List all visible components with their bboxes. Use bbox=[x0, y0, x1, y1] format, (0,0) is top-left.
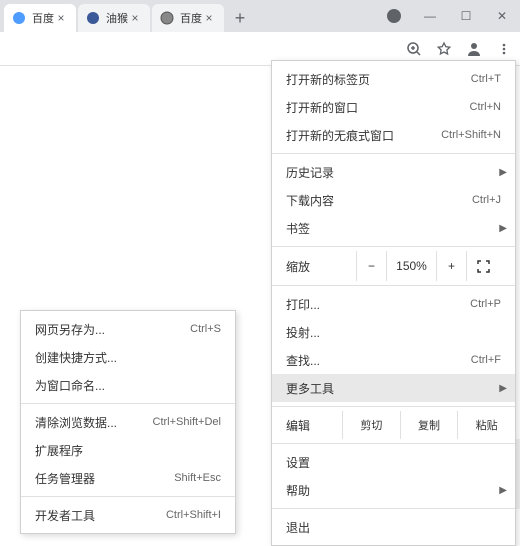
separator bbox=[21, 496, 235, 497]
tab-title: 百度 bbox=[32, 10, 54, 26]
tab-title: 油猴 bbox=[106, 10, 128, 26]
close-icon[interactable]: × bbox=[202, 11, 216, 25]
menu-help[interactable]: 帮助▶ bbox=[272, 476, 515, 504]
more-tools-submenu: 网页另存为...Ctrl+S 创建快捷方式... 为窗口命名... 清除浏览数据… bbox=[20, 310, 236, 534]
edit-label: 编辑 bbox=[272, 417, 342, 434]
menu-new-window[interactable]: 打开新的窗口Ctrl+N bbox=[272, 93, 515, 121]
menu-exit[interactable]: 退出 bbox=[272, 513, 515, 541]
star-icon[interactable] bbox=[434, 39, 454, 59]
chevron-right-icon: ▶ bbox=[499, 485, 507, 496]
menu-cast[interactable]: 投射... bbox=[272, 318, 515, 346]
favicon-icon bbox=[12, 11, 26, 25]
menu-find[interactable]: 查找...Ctrl+F bbox=[272, 346, 515, 374]
separator bbox=[272, 406, 515, 407]
tab-bar: 百度 × 油猴 × 百度 × + — ☐ ✕ bbox=[0, 0, 520, 32]
cut-button[interactable]: 剪切 bbox=[342, 411, 400, 439]
menu-downloads[interactable]: 下载内容Ctrl+J bbox=[272, 186, 515, 214]
zoom-in-button[interactable]: + bbox=[436, 251, 466, 281]
menu-icon[interactable] bbox=[494, 39, 514, 59]
separator bbox=[272, 246, 515, 247]
tab-1[interactable]: 百度 × bbox=[4, 4, 76, 32]
separator bbox=[272, 443, 515, 444]
menu-more-tools[interactable]: 更多工具▶ bbox=[272, 374, 515, 402]
close-icon[interactable]: × bbox=[54, 11, 68, 25]
menu-zoom-row: 缩放 − 150% + bbox=[272, 251, 515, 281]
zoom-value: 150% bbox=[386, 251, 436, 281]
zoom-label: 缩放 bbox=[286, 258, 356, 275]
separator bbox=[21, 403, 235, 404]
submenu-create-shortcut[interactable]: 创建快捷方式... bbox=[21, 343, 235, 371]
chevron-right-icon: ▶ bbox=[499, 223, 507, 234]
tab-2[interactable]: 油猴 × bbox=[78, 4, 150, 32]
tab-3[interactable]: 百度 × bbox=[152, 4, 224, 32]
menu-edit-row: 编辑 剪切 复制 粘贴 bbox=[272, 411, 515, 439]
incognito-icon bbox=[376, 2, 412, 30]
chevron-right-icon: ▶ bbox=[499, 167, 507, 178]
close-window-button[interactable]: ✕ bbox=[484, 2, 520, 30]
maximize-button[interactable]: ☐ bbox=[448, 2, 484, 30]
submenu-dev-tools[interactable]: 开发者工具Ctrl+Shift+I bbox=[21, 501, 235, 529]
submenu-save-as[interactable]: 网页另存为...Ctrl+S bbox=[21, 315, 235, 343]
menu-settings[interactable]: 设置 bbox=[272, 448, 515, 476]
submenu-clear-data[interactable]: 清除浏览数据...Ctrl+Shift+Del bbox=[21, 408, 235, 436]
menu-new-incognito[interactable]: 打开新的无痕式窗口Ctrl+Shift+N bbox=[272, 121, 515, 149]
minimize-button[interactable]: — bbox=[412, 2, 448, 30]
zoom-out-button[interactable]: − bbox=[356, 251, 386, 281]
submenu-name-window[interactable]: 为窗口命名... bbox=[21, 371, 235, 399]
fullscreen-button[interactable] bbox=[466, 251, 500, 281]
copy-button[interactable]: 复制 bbox=[400, 411, 458, 439]
window-controls: — ☐ ✕ bbox=[376, 0, 520, 32]
new-tab-button[interactable]: + bbox=[226, 4, 254, 32]
chrome-main-menu: 打开新的标签页Ctrl+T 打开新的窗口Ctrl+N 打开新的无痕式窗口Ctrl… bbox=[271, 60, 516, 546]
profile-icon[interactable] bbox=[464, 39, 484, 59]
menu-new-tab[interactable]: 打开新的标签页Ctrl+T bbox=[272, 65, 515, 93]
submenu-extensions[interactable]: 扩展程序 bbox=[21, 436, 235, 464]
separator bbox=[272, 285, 515, 286]
menu-bookmarks[interactable]: 书签▶ bbox=[272, 214, 515, 242]
separator bbox=[272, 153, 515, 154]
favicon-icon bbox=[160, 11, 174, 25]
zoom-icon[interactable] bbox=[404, 39, 424, 59]
submenu-task-manager[interactable]: 任务管理器Shift+Esc bbox=[21, 464, 235, 492]
paste-button[interactable]: 粘贴 bbox=[457, 411, 515, 439]
favicon-icon bbox=[86, 11, 100, 25]
menu-history[interactable]: 历史记录▶ bbox=[272, 158, 515, 186]
tab-title: 百度 bbox=[180, 10, 202, 26]
close-icon[interactable]: × bbox=[128, 11, 142, 25]
menu-print[interactable]: 打印...Ctrl+P bbox=[272, 290, 515, 318]
chevron-right-icon: ▶ bbox=[499, 383, 507, 394]
